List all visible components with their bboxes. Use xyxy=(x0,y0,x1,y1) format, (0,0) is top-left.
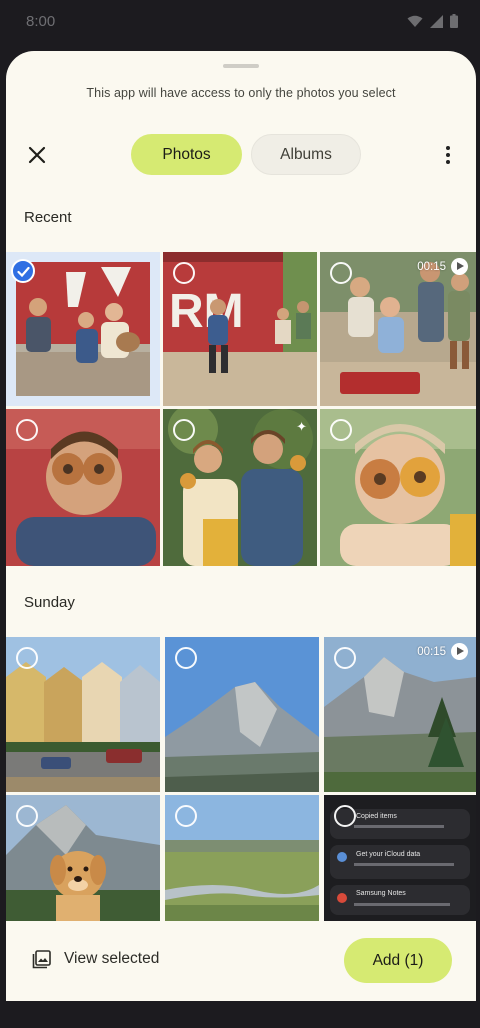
photo-tile[interactable]: 00:15 xyxy=(324,637,476,792)
photo-tile[interactable]: ✦ xyxy=(163,409,317,566)
photo-tile[interactable] xyxy=(6,409,160,566)
notification-copied-items: Copied items xyxy=(356,813,397,820)
battery-icon xyxy=(450,14,458,28)
photo-tile[interactable] xyxy=(165,637,319,792)
wifi-icon xyxy=(407,15,423,27)
notification-icloud: Get your iCloud data xyxy=(356,851,421,858)
video-badge: 00:15 xyxy=(417,258,468,275)
section-label-recent: Recent xyxy=(24,209,72,226)
photo-tile[interactable] xyxy=(165,795,319,921)
access-notice: This app will have access to only the ph… xyxy=(86,86,396,100)
select-circle[interactable] xyxy=(175,647,197,669)
close-icon xyxy=(28,146,46,164)
view-selected-label: View selected xyxy=(64,950,160,967)
add-button[interactable]: Add (1) xyxy=(344,938,452,983)
gallery-icon xyxy=(32,950,51,969)
status-time: 8:00 xyxy=(26,13,56,30)
photo-tile[interactable] xyxy=(320,409,476,566)
close-button[interactable] xyxy=(22,140,52,170)
select-circle[interactable] xyxy=(334,805,356,827)
sparkle-icon: ✦ xyxy=(296,419,307,434)
photo-picker-sheet: This app will have access to only the ph… xyxy=(6,51,476,1001)
bottom-action-bar: View selected Add (1) xyxy=(6,921,476,1001)
select-circle[interactable] xyxy=(330,262,352,284)
selected-check-icon[interactable] xyxy=(11,259,35,283)
section-label-sunday: Sunday xyxy=(24,594,75,611)
play-icon xyxy=(451,643,468,660)
svg-text:RM: RM xyxy=(169,285,244,338)
photo-tile[interactable] xyxy=(6,795,160,921)
view-selected-button[interactable]: View selected xyxy=(32,949,159,969)
select-circle[interactable] xyxy=(16,647,38,669)
video-duration: 00:15 xyxy=(417,645,446,658)
photo-tile[interactable]: Copied items Get your iCloud data Samsun… xyxy=(324,795,476,921)
select-circle[interactable] xyxy=(175,805,197,827)
tab-photos[interactable]: Photos xyxy=(131,134,242,175)
more-options-button[interactable] xyxy=(436,140,460,170)
status-bar: 8:00 xyxy=(0,0,480,44)
select-circle[interactable] xyxy=(173,262,195,284)
tab-albums[interactable]: Albums xyxy=(251,134,361,175)
photo-tile[interactable] xyxy=(6,637,160,792)
photo-tile[interactable] xyxy=(6,252,160,406)
select-circle[interactable] xyxy=(330,419,352,441)
photo-tile[interactable]: 00:15 xyxy=(320,252,476,406)
notification-samsung-notes: Samsung Notes xyxy=(356,890,406,897)
video-duration: 00:15 xyxy=(417,260,446,273)
signal-icon xyxy=(430,14,443,28)
more-vert-icon xyxy=(446,146,450,150)
play-icon xyxy=(451,258,468,275)
drag-handle[interactable] xyxy=(223,64,259,68)
photo-tile[interactable]: RM xyxy=(163,252,317,406)
video-badge: 00:15 xyxy=(417,643,468,660)
select-circle[interactable] xyxy=(173,419,195,441)
select-circle[interactable] xyxy=(334,647,356,669)
select-circle[interactable] xyxy=(16,805,38,827)
select-circle[interactable] xyxy=(16,419,38,441)
